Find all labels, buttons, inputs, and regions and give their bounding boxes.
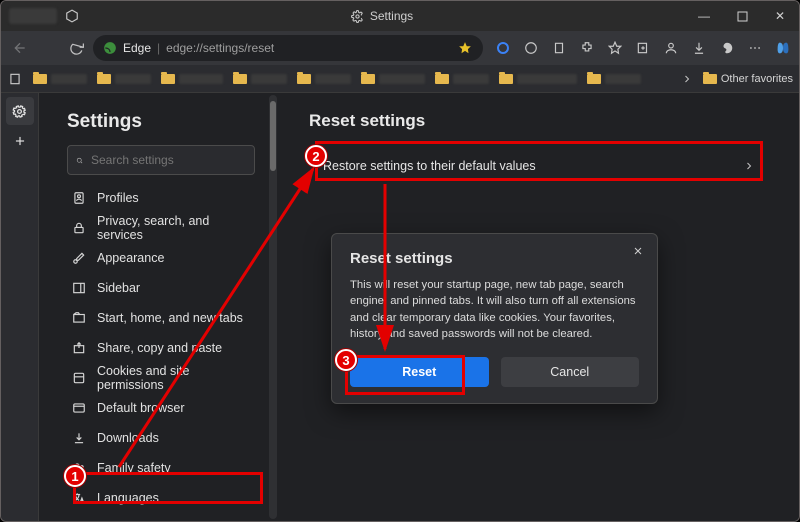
nav-label: Appearance <box>97 251 164 265</box>
settings-search[interactable] <box>67 145 255 175</box>
sidebar-icon <box>71 280 87 296</box>
extension-icon-4[interactable] <box>719 40 735 56</box>
nav-label: Cookies and site permissions <box>97 364 255 392</box>
bookmark-folder-6[interactable] <box>361 74 425 84</box>
nav-profiles[interactable]: Profiles <box>67 183 255 213</box>
nav-label: Privacy, search, and services <box>97 214 255 242</box>
favorites-icon[interactable] <box>607 40 623 56</box>
url-path: edge://settings/reset <box>166 41 274 55</box>
minimize-button[interactable]: — <box>685 1 723 31</box>
profile-icon <box>71 190 87 206</box>
menu-dots-icon[interactable] <box>747 40 763 56</box>
collections-icon[interactable] <box>635 40 651 56</box>
reset-button[interactable]: Reset <box>350 357 489 387</box>
nav-label: Sidebar <box>97 281 140 295</box>
extension-icon-3[interactable] <box>551 40 567 56</box>
settings-sidebar: Settings Profiles Privacy, search, and s… <box>39 93 269 521</box>
bookmark-folder-9[interactable] <box>587 74 641 84</box>
browser-icon <box>71 400 87 416</box>
bookmark-folder-8[interactable] <box>499 74 577 84</box>
nav-start[interactable]: Start, home, and new tabs <box>67 303 255 333</box>
tab-title-redacted <box>9 8 57 24</box>
tab-actions-icon[interactable] <box>7 71 23 87</box>
settings-title: Settings <box>67 111 255 133</box>
nav-label: Languages <box>97 491 159 505</box>
dialog-title: Reset settings <box>350 250 639 267</box>
nav-appearance[interactable]: Appearance <box>67 243 255 273</box>
language-icon <box>71 490 87 506</box>
nav-label: Share, copy and paste <box>97 341 222 355</box>
profile-icon[interactable] <box>663 40 679 56</box>
lock-icon <box>71 220 87 236</box>
bookmark-folder-4[interactable] <box>233 74 287 84</box>
title-bar: Settings — ✕ <box>1 1 799 31</box>
nav-languages[interactable]: Languages <box>67 483 255 513</box>
search-icon <box>76 154 83 167</box>
nav-label: Profiles <box>97 191 139 205</box>
download-icon <box>71 430 87 446</box>
vertical-tab-strip <box>1 93 39 521</box>
maximize-button[interactable] <box>723 1 761 31</box>
url-scheme: Edge <box>123 41 151 55</box>
nav-share[interactable]: Share, copy and paste <box>67 333 255 363</box>
plus-icon <box>13 134 27 148</box>
copilot-icon[interactable] <box>775 40 791 56</box>
nav-label: Family safety <box>97 461 171 475</box>
nav-downloads[interactable]: Downloads <box>67 423 255 453</box>
nav-label: Default browser <box>97 401 185 415</box>
nav-sidebar[interactable]: Sidebar <box>67 273 255 303</box>
other-favorites-label: Other favorites <box>721 73 793 85</box>
nav-cookies[interactable]: Cookies and site permissions <box>67 363 255 393</box>
chevron-right-icon <box>743 160 755 172</box>
reset-dialog: Reset settings This will reset your star… <box>331 233 658 404</box>
downloads-icon[interactable] <box>691 40 707 56</box>
panel-title: Reset settings <box>309 111 769 131</box>
refresh-button[interactable] <box>65 35 87 61</box>
extension-icon-1[interactable] <box>495 40 511 56</box>
extension-icon-2[interactable] <box>523 40 539 56</box>
dialog-close-button[interactable] <box>627 240 649 262</box>
close-icon <box>632 245 644 257</box>
address-bar[interactable]: Edge | edge://settings/reset <box>93 35 483 61</box>
gear-icon <box>351 10 364 23</box>
settings-search-input[interactable] <box>91 153 246 167</box>
edge-window: Settings — ✕ Edge | edge://settings/rese… <box>0 0 800 522</box>
forward-button[interactable] <box>37 35 59 61</box>
nav-privacy[interactable]: Privacy, search, and services <box>67 213 255 243</box>
bookmark-folder-1[interactable] <box>33 74 87 84</box>
family-icon <box>71 460 87 476</box>
nav-printers[interactable]: Printers <box>67 513 255 522</box>
vtab-settings[interactable] <box>6 97 34 125</box>
edge-logo-icon <box>103 41 117 55</box>
vtab-new[interactable] <box>6 127 34 155</box>
bookmark-folder-7[interactable] <box>435 74 489 84</box>
restore-defaults-label: Restore settings to their default values <box>323 159 536 173</box>
share-icon <box>71 340 87 356</box>
bookmark-folder-5[interactable] <box>297 74 351 84</box>
bookmarks-overflow-icon[interactable] <box>679 71 695 87</box>
restore-defaults-row[interactable]: Restore settings to their default values <box>309 145 769 187</box>
cookie-icon <box>71 370 87 386</box>
close-button[interactable]: ✕ <box>761 1 799 31</box>
nav-default-browser[interactable]: Default browser <box>67 393 255 423</box>
favorite-star-icon[interactable] <box>457 40 473 56</box>
settings-nav-list: Profiles Privacy, search, and services A… <box>67 183 255 522</box>
gear-icon <box>12 104 27 119</box>
bookmarks-bar: Other favorites <box>1 65 799 93</box>
extensions-menu-icon[interactable] <box>579 40 595 56</box>
browser-toolbar: Edge | edge://settings/reset <box>1 31 799 65</box>
dialog-body: This will reset your startup page, new t… <box>350 277 639 343</box>
bookmark-folder-3[interactable] <box>161 74 223 84</box>
back-button[interactable] <box>9 35 31 61</box>
appearance-icon <box>71 250 87 266</box>
nav-family[interactable]: Family safety <box>67 453 255 483</box>
other-favorites[interactable]: Other favorites <box>703 73 793 85</box>
workspace-icon[interactable] <box>65 9 79 23</box>
tab-icon <box>71 310 87 326</box>
window-title: Settings <box>370 9 413 23</box>
cancel-button[interactable]: Cancel <box>501 357 640 387</box>
nav-label: Downloads <box>97 431 159 445</box>
nav-label: Start, home, and new tabs <box>97 311 243 325</box>
bookmark-folder-2[interactable] <box>97 74 151 84</box>
